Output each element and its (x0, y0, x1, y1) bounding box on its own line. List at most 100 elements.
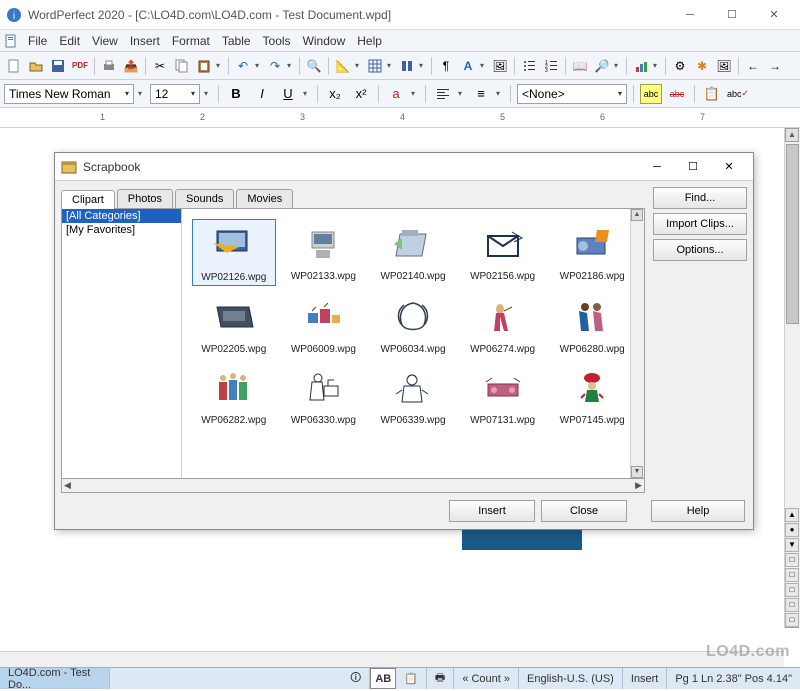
status-icon-1[interactable]: 🛈 (342, 668, 370, 689)
menu-tools[interactable]: Tools (257, 32, 297, 50)
thumb-scroll-down-icon[interactable]: ▼ (631, 466, 643, 478)
category-all[interactable]: [All Categories] (62, 209, 181, 223)
clipart-thumb[interactable]: WP02205.wpg (192, 292, 276, 357)
scroll-up-icon[interactable]: ▲ (785, 128, 799, 142)
horizontal-scrollbar[interactable] (0, 651, 784, 667)
status-lang[interactable]: English-U.S. (US) (519, 668, 623, 689)
subscript-button[interactable]: x₂ (324, 84, 346, 104)
menu-format[interactable]: Format (166, 32, 216, 50)
fwd-icon[interactable]: → (765, 56, 785, 76)
category-hscroll[interactable]: ◀ ▶ (61, 479, 645, 493)
clipart-thumb[interactable]: WP07145.wpg (550, 363, 634, 428)
browse-icon[interactable]: ● (785, 523, 799, 537)
status-ab[interactable]: AB (370, 668, 396, 689)
nav-1-icon[interactable]: □ (785, 553, 799, 567)
superscript-button[interactable]: x² (350, 84, 372, 104)
find-icon[interactable]: 🔍 (304, 56, 324, 76)
import-clips-button[interactable]: Import Clips... (653, 213, 747, 235)
nav-4-icon[interactable]: □ (785, 598, 799, 612)
clipart-thumb[interactable]: WP06034.wpg (371, 292, 455, 357)
star-icon[interactable]: ✱ (692, 56, 712, 76)
numbering-icon[interactable]: 123 (541, 56, 561, 76)
bold-button[interactable]: B (225, 84, 247, 104)
style-combo[interactable]: <None> (517, 84, 627, 104)
strikeout-button[interactable]: abc (666, 84, 688, 104)
cut-icon[interactable]: ✂ (150, 56, 170, 76)
menu-table[interactable]: Table (216, 32, 257, 50)
macro-icon[interactable]: ⚙ (670, 56, 690, 76)
close-button[interactable]: ✕ (754, 3, 794, 27)
clipart-thumb[interactable]: WP06330.wpg (282, 363, 366, 428)
thumb-scroll-up-icon[interactable]: ▲ (631, 209, 643, 221)
dialog-close-button[interactable]: ✕ (711, 156, 747, 178)
paste-dropdown[interactable]: ▾ (216, 61, 224, 70)
clipart-thumb[interactable]: WP02186.wpg (550, 219, 634, 286)
help-button[interactable]: Help (651, 500, 745, 522)
zoom-icon[interactable]: 🔎 (592, 56, 612, 76)
menu-edit[interactable]: Edit (53, 32, 86, 50)
nav-2-icon[interactable]: □ (785, 568, 799, 582)
image-icon[interactable]: 🖼 (490, 56, 510, 76)
align-left-button[interactable] (432, 84, 454, 104)
hscroll-left-icon[interactable]: ◀ (64, 480, 71, 491)
maximize-button[interactable]: ☐ (712, 3, 752, 27)
menu-file[interactable]: File (22, 32, 53, 50)
clipart-thumb[interactable]: WP06339.wpg (371, 363, 455, 428)
category-favorites[interactable]: [My Favorites] (62, 223, 181, 237)
thumb-scrollbar[interactable]: ▲ ▼ (630, 209, 644, 478)
redo-icon[interactable]: ↷ (265, 56, 285, 76)
hscroll-right-icon[interactable]: ▶ (635, 480, 642, 491)
dialog-maximize-button[interactable]: ☐ (675, 156, 711, 178)
styles-icon[interactable]: ¶ (436, 56, 456, 76)
clipart-thumb[interactable]: WP02133.wpg (282, 219, 366, 286)
chart-icon[interactable] (631, 56, 651, 76)
pdf-icon[interactable]: PDF (70, 56, 90, 76)
line-spacing-button[interactable]: ≡ (470, 84, 492, 104)
close-dialog-button[interactable]: Close (541, 500, 627, 522)
underline-button[interactable]: U (277, 84, 299, 104)
open-icon[interactable] (26, 56, 46, 76)
clipart-thumb[interactable]: WP02140.wpg (371, 219, 455, 286)
status-insert[interactable]: Insert (623, 668, 668, 689)
clipart-thumb[interactable]: WP02156.wpg (461, 219, 545, 286)
nav-5-icon[interactable]: □ (785, 613, 799, 627)
status-icon-2[interactable]: 📋 (396, 668, 427, 689)
nav-3-icon[interactable]: □ (785, 583, 799, 597)
minimize-button[interactable]: ─ (670, 3, 710, 27)
menu-help[interactable]: Help (351, 32, 388, 50)
redo-dropdown[interactable]: ▾ (287, 61, 295, 70)
dialog-minimize-button[interactable]: ─ (639, 156, 675, 178)
undo-dropdown[interactable]: ▾ (255, 61, 263, 70)
clipart-thumb[interactable]: WP06282.wpg (192, 363, 276, 428)
clipart-thumb[interactable]: WP02126.wpg (192, 219, 276, 286)
clipart-thumb[interactable]: WP07131.wpg (461, 363, 545, 428)
back-icon[interactable]: ← (743, 56, 763, 76)
status-print-icon[interactable]: 🖶 (427, 668, 454, 689)
undo-icon[interactable]: ↶ (233, 56, 253, 76)
clipart-icon[interactable]: 🖼 (714, 56, 734, 76)
menu-insert[interactable]: Insert (124, 32, 166, 50)
table-icon[interactable] (365, 56, 385, 76)
new-icon[interactable] (4, 56, 24, 76)
insert-button[interactable]: Insert (449, 500, 535, 522)
prev-page-icon[interactable]: ▲ (785, 508, 799, 522)
options-button[interactable]: Options... (653, 239, 747, 261)
font-combo[interactable]: Times New Roman (4, 84, 134, 104)
font-color-button[interactable]: a (385, 84, 407, 104)
paste-icon[interactable] (194, 56, 214, 76)
status-doc[interactable]: LO4D.com - Test Do... (0, 668, 110, 689)
size-combo[interactable]: 12 (150, 84, 200, 104)
save-icon[interactable] (48, 56, 68, 76)
print-icon[interactable] (99, 56, 119, 76)
tab-photos[interactable]: Photos (117, 189, 173, 208)
copy-icon[interactable] (172, 56, 192, 76)
spellcheck-button[interactable]: abc✓ (727, 84, 749, 104)
bullets-icon[interactable] (519, 56, 539, 76)
columns-icon[interactable] (397, 56, 417, 76)
scroll-thumb[interactable] (786, 144, 799, 324)
ruler[interactable]: 1 2 3 4 5 6 7 (0, 108, 800, 128)
tab-sounds[interactable]: Sounds (175, 189, 234, 208)
grammar-icon[interactable]: 📖 (570, 56, 590, 76)
menu-view[interactable]: View (86, 32, 124, 50)
italic-button[interactable]: I (251, 84, 273, 104)
